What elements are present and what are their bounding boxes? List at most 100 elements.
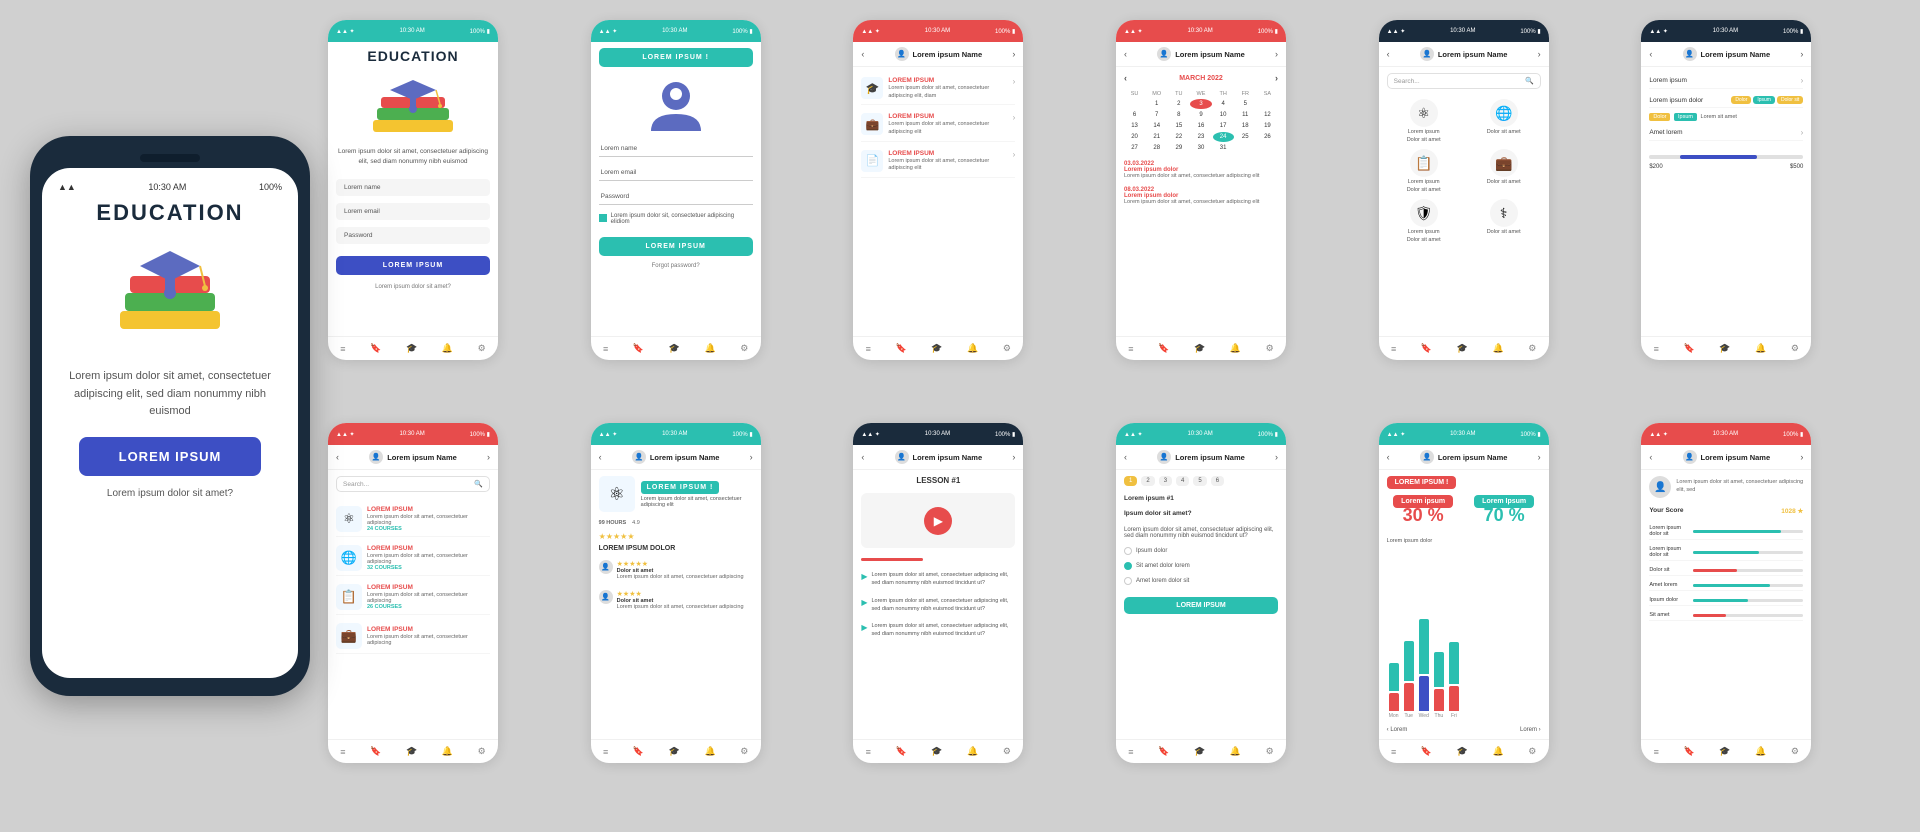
- course-row-3[interactable]: 📋 LOREM IPSUM Lorem ipsum dolor sit amet…: [336, 580, 490, 615]
- bookmark-icon[interactable]: 🔖: [1158, 343, 1169, 354]
- sp1-cta-btn[interactable]: LOREM IPSUM: [336, 256, 490, 275]
- quiz-tab-1[interactable]: 1: [1124, 476, 1137, 486]
- back-arrow[interactable]: ‹: [1649, 452, 1652, 462]
- graduation-icon[interactable]: 🎓: [1194, 746, 1205, 757]
- quiz-tab-5[interactable]: 5: [1193, 476, 1206, 486]
- cal-day[interactable]: 18: [1235, 121, 1256, 131]
- icon-cell-medical[interactable]: ⚕ Dolor sit amet: [1467, 199, 1541, 243]
- gear-icon[interactable]: ⚙: [1791, 343, 1799, 354]
- cal-day[interactable]: 14: [1146, 121, 1167, 131]
- back-arrow[interactable]: ‹: [861, 452, 864, 462]
- forward-arrow[interactable]: ›: [487, 452, 490, 462]
- tag-dolor2[interactable]: Dolor: [1649, 113, 1670, 121]
- bell-icon[interactable]: 🔔: [967, 746, 978, 757]
- radio-3[interactable]: [1124, 577, 1132, 585]
- chart-next[interactable]: Lorem ›: [1520, 727, 1541, 733]
- forward-arrow[interactable]: ›: [1538, 49, 1541, 59]
- back-arrow[interactable]: ‹: [336, 452, 339, 462]
- tag-lorem[interactable]: Lorem sit amet: [1701, 114, 1737, 120]
- sp2-login-btn[interactable]: LOREM IPSUM: [599, 237, 753, 256]
- gear-icon[interactable]: ⚙: [478, 746, 486, 757]
- gear-icon[interactable]: ⚙: [1003, 343, 1011, 354]
- graduation-icon[interactable]: 🎓: [669, 746, 680, 757]
- cal-day[interactable]: 13: [1124, 121, 1145, 131]
- bookmark-icon[interactable]: 🔖: [370, 746, 381, 757]
- quiz-tab-4[interactable]: 4: [1176, 476, 1189, 486]
- menu-icon[interactable]: ≡: [1391, 344, 1396, 354]
- cal-day[interactable]: 7: [1146, 110, 1167, 120]
- cal-day-highlight[interactable]: 24: [1213, 132, 1234, 142]
- course-item-3[interactable]: 📄 LOREM IPSUM Lorem ipsum dolor sit amet…: [861, 146, 1015, 178]
- cal-day[interactable]: 5: [1235, 99, 1256, 109]
- menu-icon[interactable]: ≡: [1128, 747, 1133, 757]
- quiz-tab-3[interactable]: 3: [1159, 476, 1172, 486]
- course-row-2[interactable]: 🌐 LOREM IPSUM Lorem ipsum dolor sit amet…: [336, 541, 490, 576]
- tag-dolor[interactable]: Dolor: [1731, 96, 1751, 104]
- forward-arrow[interactable]: ›: [1012, 49, 1015, 59]
- forward-arrow[interactable]: ›: [1275, 49, 1278, 59]
- bell-icon[interactable]: 🔔: [1492, 343, 1503, 354]
- sp2-input-email[interactable]: Lorem email: [599, 165, 753, 181]
- bell-icon[interactable]: 🔔: [442, 746, 453, 757]
- cal-day-today[interactable]: 3: [1190, 99, 1211, 109]
- menu-icon[interactable]: ≡: [1128, 344, 1133, 354]
- gear-icon[interactable]: ⚙: [1528, 746, 1536, 757]
- search-input[interactable]: Search...: [1394, 78, 1521, 85]
- sp1-link[interactable]: Lorem ipsum dolor sit amet?: [336, 284, 490, 290]
- bookmark-icon[interactable]: 🔖: [633, 746, 644, 757]
- graduation-icon[interactable]: 🎓: [1194, 343, 1205, 354]
- course-item-1[interactable]: 🎓 LOREM IPSUM Lorem ipsum dolor sit amet…: [861, 73, 1015, 105]
- graduation-icon[interactable]: 🎓: [1457, 746, 1468, 757]
- chart-prev[interactable]: ‹ Lorem: [1387, 727, 1408, 733]
- cal-day[interactable]: 27: [1124, 143, 1145, 153]
- bell-icon[interactable]: 🔔: [704, 343, 715, 354]
- cal-day[interactable]: 19: [1257, 121, 1278, 131]
- gear-icon[interactable]: ⚙: [740, 746, 748, 757]
- bookmark-icon[interactable]: 🔖: [1158, 746, 1169, 757]
- cal-day[interactable]: 25: [1235, 132, 1256, 142]
- cal-day[interactable]: [1124, 99, 1145, 109]
- cal-next[interactable]: ›: [1275, 73, 1278, 83]
- gear-icon[interactable]: ⚙: [1266, 343, 1274, 354]
- cal-day[interactable]: 23: [1190, 132, 1211, 142]
- bell-icon[interactable]: 🔔: [1755, 746, 1766, 757]
- forward-arrow[interactable]: ›: [1800, 49, 1803, 59]
- graduation-icon[interactable]: 🎓: [406, 746, 417, 757]
- cal-day[interactable]: 20: [1124, 132, 1145, 142]
- course-row-4[interactable]: 💼 LOREM IPSUM Lorem ipsum dolor sit amet…: [336, 619, 490, 654]
- cal-day[interactable]: 26: [1257, 132, 1278, 142]
- menu-icon[interactable]: ≡: [866, 344, 871, 354]
- menu-icon[interactable]: ≡: [340, 747, 345, 757]
- quiz-tab-6[interactable]: 6: [1211, 476, 1224, 486]
- bell-icon[interactable]: 🔔: [967, 343, 978, 354]
- forward-arrow[interactable]: ›: [1538, 452, 1541, 462]
- cal-day[interactable]: 21: [1146, 132, 1167, 142]
- icon-cell-globe[interactable]: 🌐 Dolor sit amet: [1467, 99, 1541, 143]
- icon-cell-doc[interactable]: 📋 Lorem ipsum Dolor sit amet: [1387, 149, 1461, 193]
- cal-day[interactable]: 17: [1213, 121, 1234, 131]
- graduation-icon[interactable]: 🎓: [931, 746, 942, 757]
- course-item-2[interactable]: 💼 LOREM IPSUM Lorem ipsum dolor sit amet…: [861, 109, 1015, 141]
- sp2-input-password[interactable]: Password: [599, 189, 753, 205]
- gear-icon[interactable]: ⚙: [478, 343, 486, 354]
- search-input[interactable]: Search...: [343, 481, 470, 488]
- graduation-icon[interactable]: 🎓: [406, 343, 417, 354]
- cal-day[interactable]: 2: [1168, 99, 1189, 109]
- filter-item-1[interactable]: Lorem ipsum ›: [1649, 73, 1803, 89]
- graduation-icon[interactable]: 🎓: [669, 343, 680, 354]
- sp1-input-name[interactable]: Lorem name: [336, 179, 490, 196]
- cal-day[interactable]: 12: [1257, 110, 1278, 120]
- sp2-forgot-link[interactable]: Forgot password?: [599, 263, 753, 269]
- cal-day[interactable]: 8: [1168, 110, 1189, 120]
- graduation-icon[interactable]: 🎓: [1457, 343, 1468, 354]
- cal-day[interactable]: 15: [1168, 121, 1189, 131]
- tag-ipsum[interactable]: Ipsum: [1753, 96, 1775, 104]
- menu-icon[interactable]: ≡: [340, 344, 345, 354]
- radio-1[interactable]: [1124, 547, 1132, 555]
- cal-day[interactable]: 9: [1190, 110, 1211, 120]
- icon-cell-shield[interactable]: 🛡 Lorem ipsum Dolor sit amet: [1387, 199, 1461, 243]
- bell-icon[interactable]: 🔔: [1230, 343, 1241, 354]
- bookmark-icon[interactable]: 🔖: [633, 343, 644, 354]
- tag-ipsum2[interactable]: Ipsum: [1674, 113, 1697, 121]
- quiz-tab-2[interactable]: 2: [1141, 476, 1154, 486]
